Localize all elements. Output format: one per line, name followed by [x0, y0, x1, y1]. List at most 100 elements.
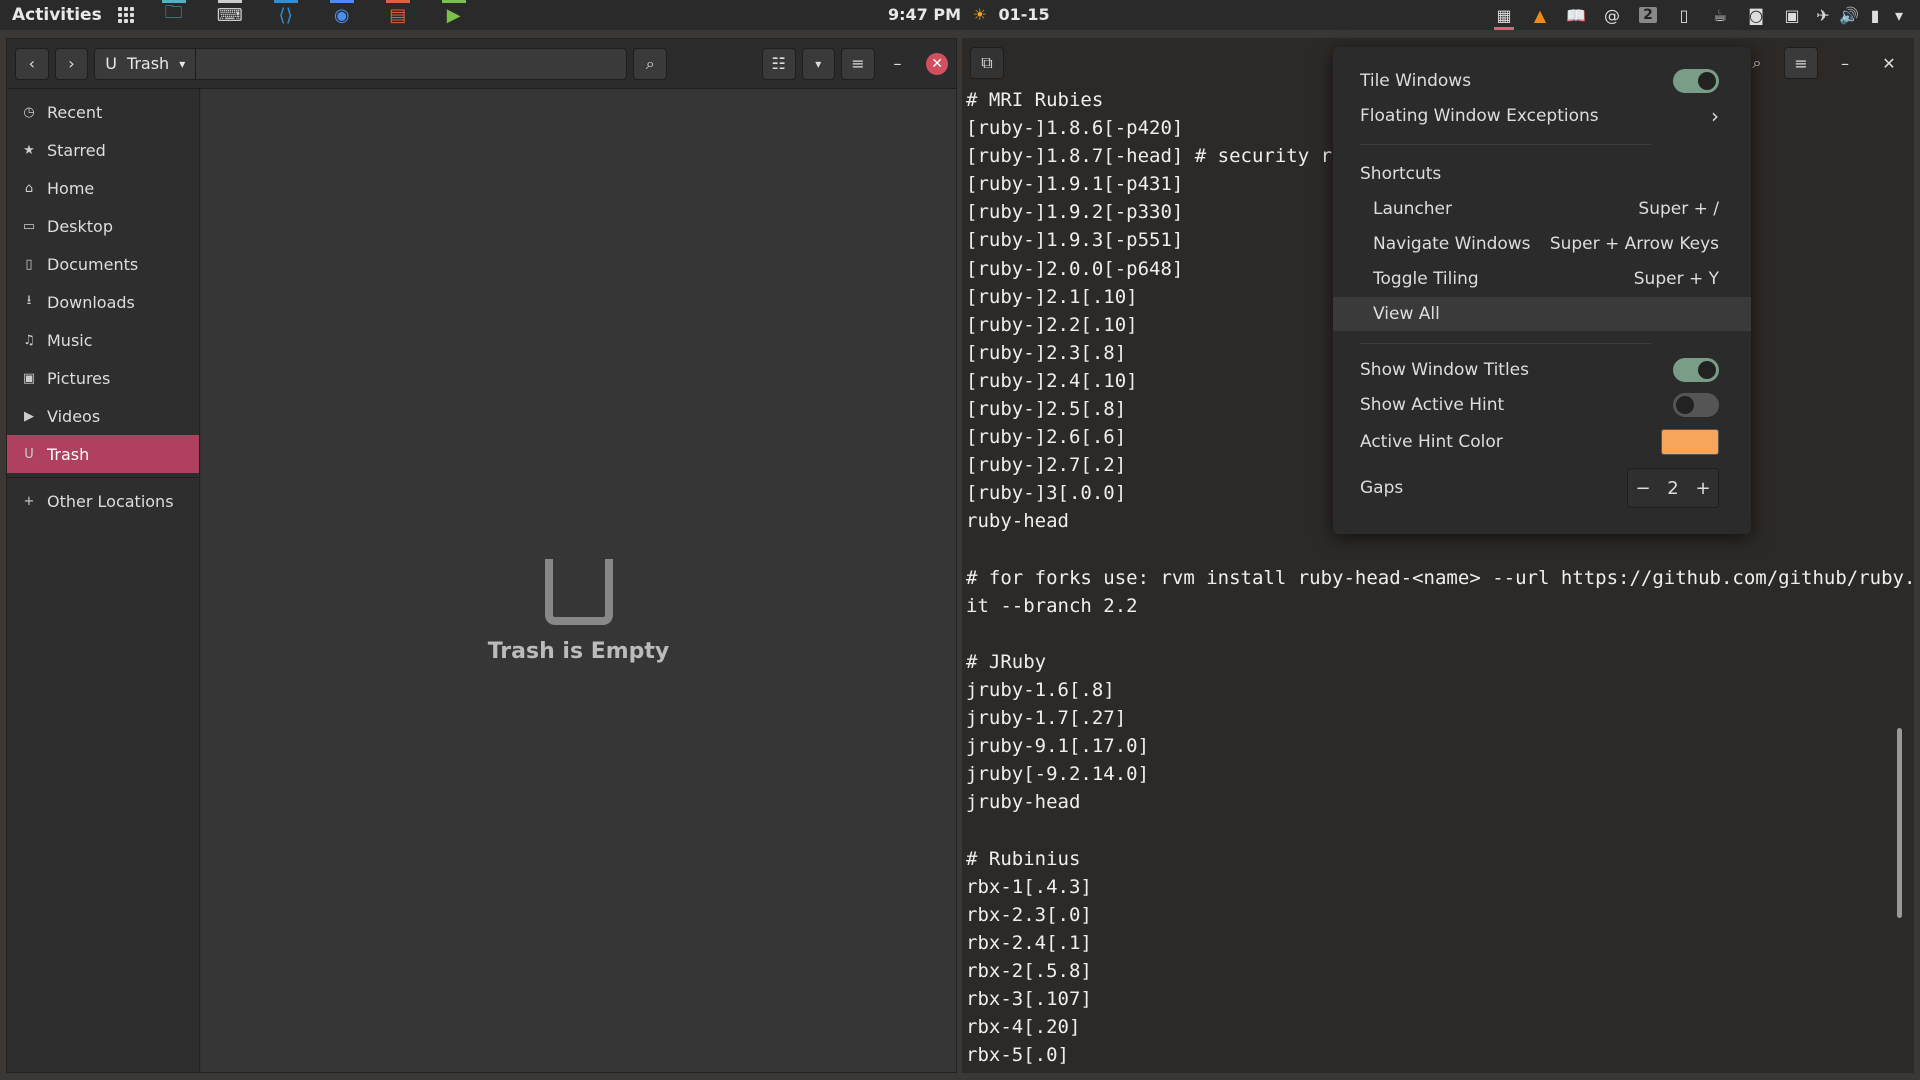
tile-windows-row[interactable]: Tile Windows [1333, 64, 1751, 98]
terminal-line: jruby-1.7[.27] [966, 707, 1127, 730]
files-header: ‹ › U Trash ▾ ⌕ ☷ ▾ ≡ – ✕ [7, 39, 956, 89]
decrease-button[interactable]: − [1628, 478, 1658, 499]
night-light-icon: ☀ [972, 5, 987, 24]
running-indicator [329, 0, 354, 3]
hint-color-swatch[interactable] [1661, 429, 1719, 455]
running-indicator [273, 0, 298, 3]
star-icon: ★ [23, 142, 35, 158]
view-all-label: View All [1373, 304, 1440, 324]
new-tab-button[interactable]: ⧉ [970, 47, 1004, 79]
activities-button[interactable]: Activities [0, 5, 114, 25]
battery-icon[interactable]: ▮ [1862, 0, 1888, 30]
terminal-line: rbx-2.3[.0] [966, 903, 1092, 926]
sidebar-item-pictures[interactable]: ▣ Pictures [7, 359, 199, 397]
path-bar[interactable]: U Trash ▾ [94, 47, 628, 80]
running-indicator [217, 0, 242, 3]
files-app-icon[interactable]: 🗀 [146, 0, 202, 30]
minimize-button[interactable]: – [881, 48, 915, 80]
clipboard-icon[interactable]: ▯ [1666, 0, 1702, 30]
document-app-icon[interactable]: ▤ [370, 0, 426, 30]
show-hint-row[interactable]: Show Active Hint [1333, 388, 1751, 422]
sidebar-item-recent[interactable]: ◷ Recent [7, 93, 199, 131]
app-glyph: ▤ [389, 4, 407, 26]
tiling-menu: Tile Windows Floating Window Exceptions … [1333, 47, 1751, 534]
home-icon: ⌂ [24, 180, 34, 196]
floating-exceptions-row[interactable]: Floating Window Exceptions › [1333, 99, 1751, 133]
plus-icon: + [23, 493, 35, 509]
media-app-icon[interactable]: ▶ [426, 0, 482, 30]
close-button[interactable]: ✕ [926, 52, 948, 75]
minimize-button[interactable]: – [1828, 47, 1862, 79]
terminal-line: jruby-head [966, 791, 1081, 814]
back-button[interactable]: ‹ [15, 47, 49, 80]
sidebar-item-home[interactable]: ⌂ Home [7, 169, 199, 207]
app-grid-icon[interactable] [117, 7, 134, 23]
files-sidebar: ◷ Recent ★ Starred ⌂ Home ▭ Desktop ▯ Documents ⭳ D… [7, 89, 200, 1072]
show-titles-row[interactable]: Show Window Titles [1333, 353, 1751, 387]
path-chip-trash[interactable]: U Trash ▾ [95, 48, 197, 79]
close-button[interactable]: ✕ [1872, 47, 1906, 79]
workspace-indicator[interactable]: 2 [1630, 0, 1666, 30]
increase-button[interactable]: + [1688, 478, 1718, 499]
view-toggle-button[interactable]: ☷ [761, 47, 796, 80]
gaps-row: Gaps − 2 + [1333, 468, 1751, 508]
sidebar-item-starred[interactable]: ★ Starred [7, 131, 199, 169]
separator [1360, 343, 1651, 344]
document-icon: ▯ [25, 256, 33, 272]
vscode-app-icon[interactable]: ⟨⟩ [258, 0, 314, 30]
search-button[interactable]: ⌕ [633, 47, 667, 80]
sidebar-item-label: Other Locations [47, 491, 174, 511]
gaps-stepper[interactable]: − 2 + [1627, 468, 1719, 508]
sidebar-item-label: Music [47, 330, 93, 350]
sidebar-item-videos[interactable]: ▶ Videos [7, 397, 199, 435]
download-icon: ⭳ [26, 293, 32, 308]
sidebar-item-desktop[interactable]: ▭ Desktop [7, 207, 199, 245]
terminal-line: jruby[-9.2.14.0] [966, 763, 1150, 786]
terminal-line: rbx-5[.0] [966, 1044, 1069, 1067]
sidebar-item-label: Recent [47, 102, 103, 122]
chevron-down-icon[interactable]: ▾ [1888, 0, 1910, 30]
tiling-menu-icon[interactable]: ▦ [1486, 0, 1522, 30]
sidebar-item-downloads[interactable]: ⭳ Downloads [7, 283, 199, 321]
chevron-down-icon: ▾ [179, 56, 186, 71]
sidebar-item-other-locations[interactable]: + Other Locations [7, 482, 199, 520]
view-all-item[interactable]: View All [1333, 297, 1751, 331]
sidebar-item-documents[interactable]: ▯ Documents [7, 245, 199, 283]
vlc-icon[interactable]: ▲ [1522, 0, 1558, 30]
show-hint-toggle[interactable] [1673, 393, 1719, 417]
coffee-icon[interactable]: ☕ [1702, 0, 1738, 30]
sidebar-item-music[interactable]: ♫ Music [7, 321, 199, 359]
menu-button[interactable]: ≡ [841, 47, 875, 80]
at-icon[interactable]: @ [1594, 0, 1630, 30]
volume-icon[interactable]: 🔊 [1836, 0, 1862, 30]
running-indicator [161, 0, 186, 3]
terminal-line: rbx-2.4[.1] [966, 931, 1092, 954]
trash-icon: U [24, 446, 34, 462]
display-icon[interactable]: ▣ [1774, 0, 1810, 30]
trash-icon: U [105, 54, 117, 73]
app-glyph: ◉ [333, 4, 350, 26]
shortcut-navigate: Navigate Windows Super + Arrow Keys [1333, 227, 1751, 261]
sidebar-item-label: Pictures [47, 368, 111, 388]
files-window: ‹ › U Trash ▾ ⌕ ☷ ▾ ≡ – ✕ ◷ Recent ★ Starre… [6, 38, 957, 1073]
terminal-app-icon[interactable]: ⌨ [202, 0, 258, 30]
shortcuts-label: Shortcuts [1360, 164, 1442, 184]
scrollbar[interactable] [1897, 728, 1902, 918]
chrome-app-icon[interactable]: ◉ [314, 0, 370, 30]
clock-date: 01-15 [998, 5, 1050, 24]
books-icon[interactable]: 📖 [1558, 0, 1594, 30]
screenshot-icon[interactable]: ◙ [1738, 0, 1774, 30]
view-options-button[interactable]: ▾ [801, 47, 836, 80]
sidebar-item-trash[interactable]: U Trash [7, 435, 199, 473]
show-titles-toggle[interactable] [1673, 358, 1719, 382]
menu-button[interactable]: ≡ [1784, 47, 1818, 79]
forward-button[interactable]: › [54, 47, 89, 80]
shortcut-keys: Super + / [1638, 199, 1719, 219]
terminal-line: rbx-4[.20] [966, 1016, 1081, 1039]
clock[interactable]: 9:47 PM ☀ 01-15 [888, 5, 1050, 24]
shortcut-keys: Super + Arrow Keys [1549, 234, 1719, 254]
airplane-icon[interactable]: ✈ [1810, 0, 1836, 30]
tile-windows-label: Tile Windows [1360, 71, 1472, 91]
tile-windows-toggle[interactable] [1673, 69, 1719, 93]
show-hint-label: Show Active Hint [1360, 395, 1505, 415]
